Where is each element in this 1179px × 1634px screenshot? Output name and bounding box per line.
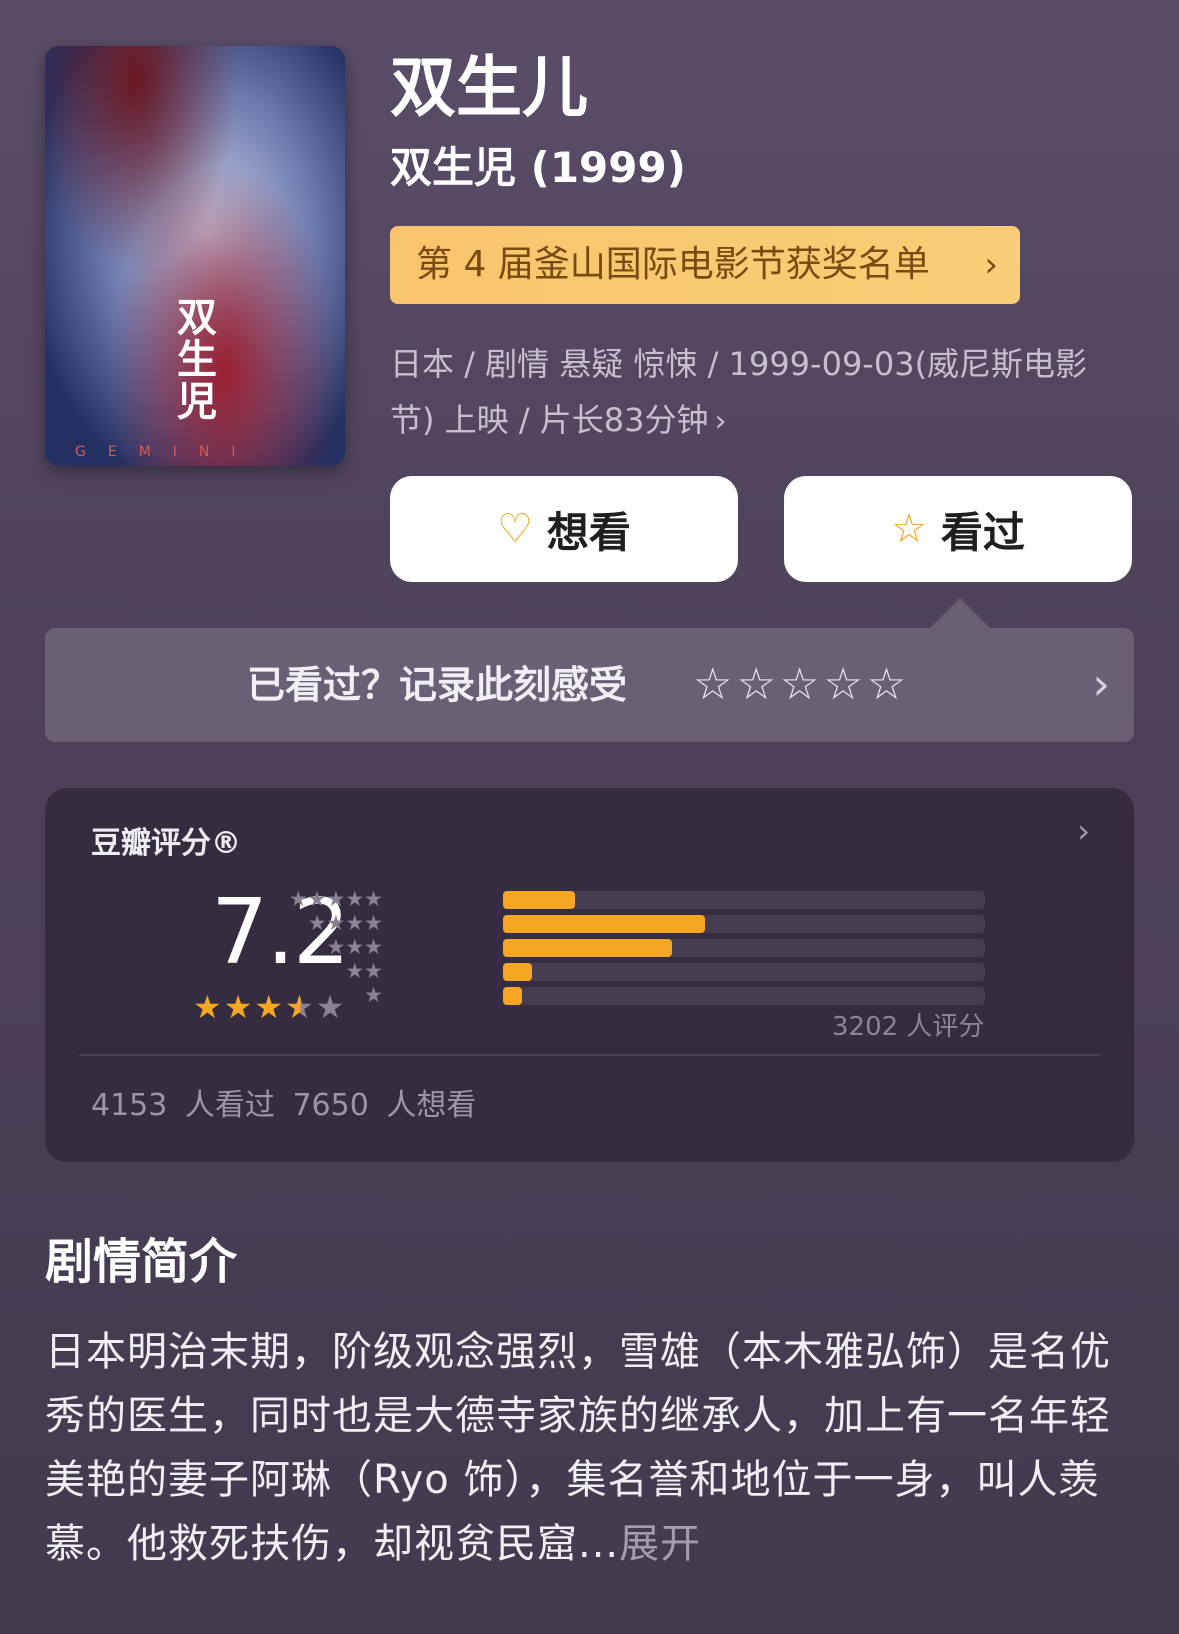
- movie-title: 双生儿: [390, 49, 588, 126]
- distribution-stars-label: ★★★: [326, 935, 383, 959]
- synopsis-text: 日本明治末期，阶级观念强烈，雪雄（本木雅弘饰）是名优秀的医生，同时也是大德寺家族…: [45, 1320, 1135, 1576]
- synopsis-heading: 剧情简介: [45, 1234, 238, 1290]
- rating-label: 豆瓣评分®: [91, 826, 241, 861]
- chevron-right-icon: ›: [1092, 659, 1110, 710]
- distribution-stars-label: ★★★★: [307, 911, 383, 935]
- chevron-right-icon: ›: [984, 245, 998, 285]
- raters-count: 3202 人评分: [832, 1012, 985, 1042]
- star-filled-icon: ★: [223, 988, 255, 1026]
- rate-prompt-text: 已看过？记录此刻感受: [247, 663, 628, 707]
- distribution-bar: [503, 915, 706, 933]
- star-filled-icon: ★: [254, 988, 286, 1026]
- original-title: 双生児 (1999): [390, 143, 686, 192]
- want-label: 想看: [546, 507, 631, 557]
- poster-title-art: 双生児: [170, 296, 217, 422]
- synopsis-body: 日本明治末期，阶级观念强烈，雪雄（本木雅弘饰）是名优秀的医生，同时也是大德寺家族…: [45, 1329, 1111, 1567]
- distribution-track: [503, 915, 985, 933]
- watched-count: 4153 人看过: [91, 1088, 275, 1123]
- meta-text: 日本 / 剧情 悬疑 惊悚 / 1999-09-03(威尼斯电影节) 上映 / …: [390, 345, 1088, 439]
- popover-pointer: [930, 598, 990, 628]
- distribution-track: [503, 963, 985, 981]
- distribution-track: [503, 891, 985, 909]
- movie-meta[interactable]: 日本 / 剧情 悬疑 惊悚 / 1999-09-03(威尼斯电影节) 上映 / …: [390, 336, 1120, 450]
- poster-subtitle-art: GEMINI: [75, 444, 258, 460]
- distribution-stars-label: ★★★★★: [288, 887, 383, 911]
- distribution-stars-label: ★★: [345, 959, 383, 983]
- distribution-stars-label: ★: [364, 983, 383, 1007]
- distribution-bar: [503, 939, 672, 957]
- seen-label: 看过: [940, 507, 1025, 557]
- star-icon: ☆: [891, 506, 927, 552]
- chevron-right-icon: ›: [1077, 812, 1090, 850]
- chevron-right-icon: ›: [714, 404, 727, 439]
- distribution-bar: [503, 963, 532, 981]
- watch-counts: 4153 人看过 7650 人想看: [91, 1080, 476, 1124]
- want-to-watch-button[interactable]: ♡ 想看: [390, 476, 738, 582]
- wish-count: 7650 人想看: [292, 1088, 477, 1123]
- expand-link[interactable]: 展开: [619, 1521, 701, 1567]
- rate-prompt-bar[interactable]: 已看过？记录此刻感受 ☆☆☆☆☆ ›: [45, 628, 1134, 742]
- divider: [79, 1054, 1100, 1056]
- heart-plus-icon: ♡: [497, 506, 533, 552]
- distribution-bar: [503, 987, 523, 1005]
- award-label: 第 4 届釜山国际电影节获奖名单: [416, 244, 930, 285]
- distribution-track: [503, 987, 985, 1005]
- douban-rating-card[interactable]: 豆瓣评分® › 7.2 ★★★★★ ★★★★★ ★★★★ ★★★ ★★ ★ 3202 人…: [45, 788, 1134, 1162]
- star-filled-icon: ★: [193, 988, 224, 1026]
- rating-stars-input[interactable]: ☆☆☆☆☆: [693, 628, 910, 742]
- distribution-track: [503, 939, 985, 957]
- watched-button[interactable]: ☆ 看过: [784, 476, 1132, 582]
- distribution-bar: [503, 891, 576, 909]
- movie-poster[interactable]: 双生児 GEMINI: [45, 46, 345, 466]
- award-banner[interactable]: 第 4 届釜山国际电影节获奖名单 ›: [390, 226, 1020, 304]
